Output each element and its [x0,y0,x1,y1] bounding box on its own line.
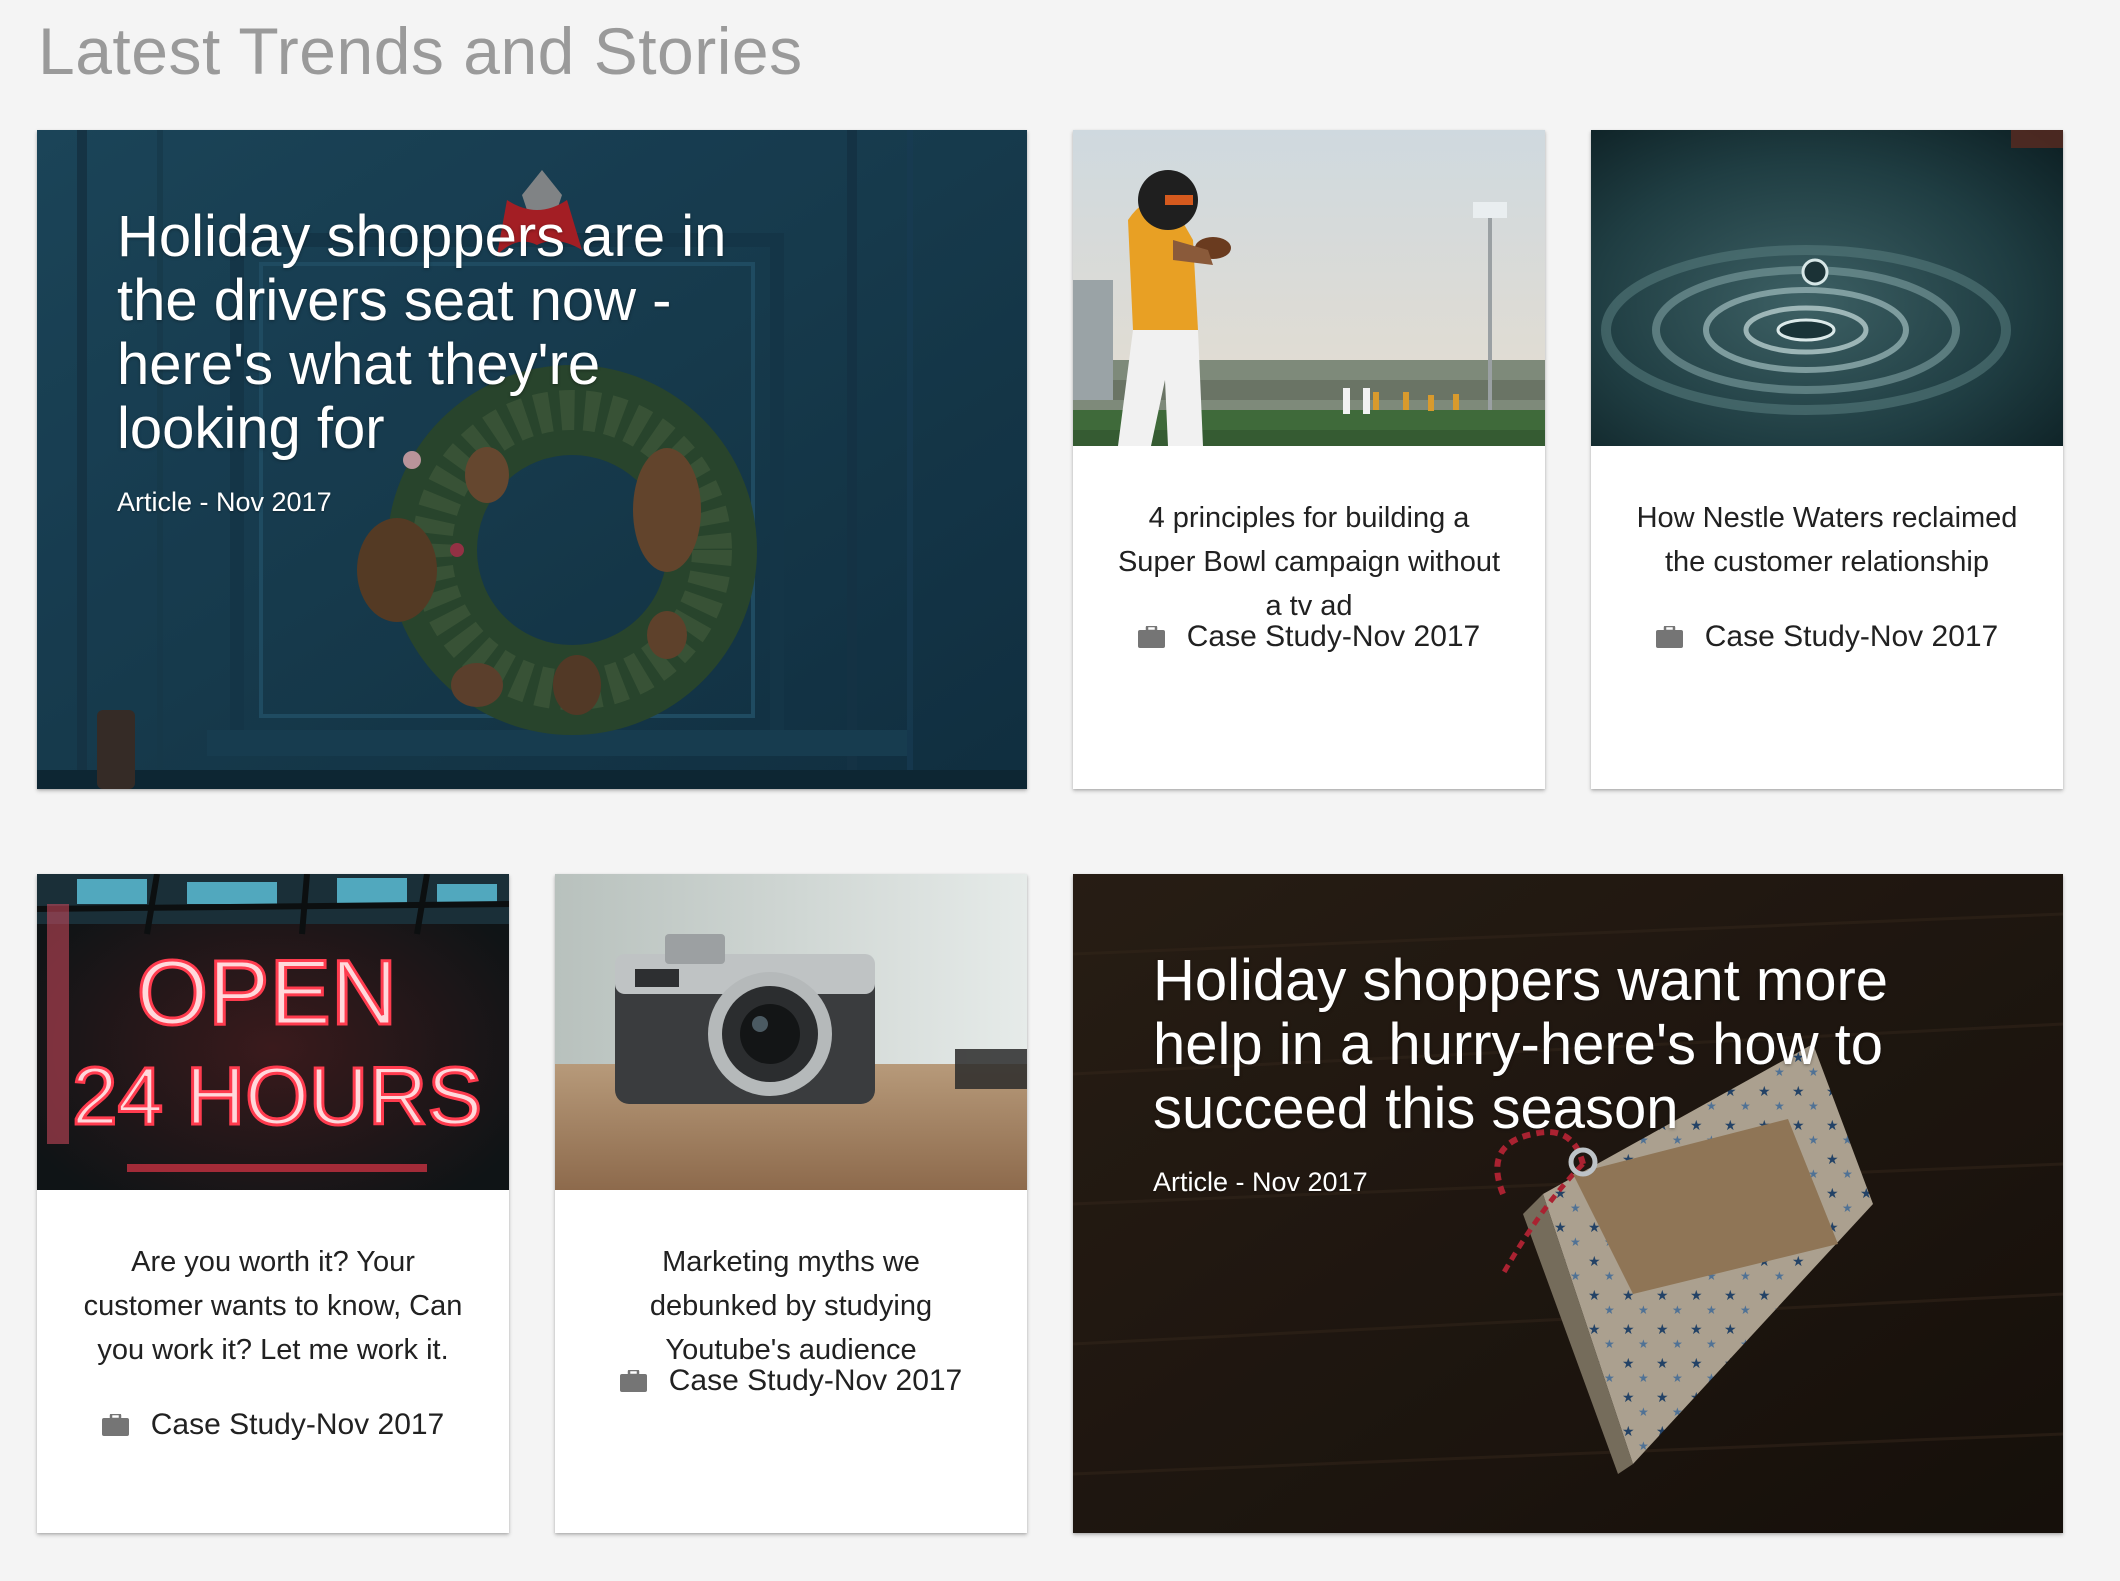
case-study-card-are-you-worth-it[interactable]: OPEN 24 HOURS Are you worth it? Your cus… [37,874,509,1533]
case-study-card-super-bowl[interactable]: 4 principles for building a Super Bowl c… [1073,130,1545,789]
case-study-title[interactable]: 4 principles for building a Super Bowl c… [1113,496,1505,628]
football-quarterback-image [1073,130,1545,446]
case-study-card-nestle-waters[interactable]: How Nestle Waters reclaimed the customer… [1591,130,2063,789]
neon-hours-text: 24 HOURS [72,1051,482,1142]
case-study-card-marketing-myths[interactable]: Marketing myths we debunked by studying … [555,874,1027,1533]
case-study-meta: Case Study-Nov 2017 [37,1408,509,1442]
case-study-title[interactable]: Are you worth it? Your customer wants to… [77,1240,469,1372]
case-study-title[interactable]: Marketing myths we debunked by studying … [595,1240,987,1372]
feature-card-meta: Article - Nov 2017 [1153,1167,1368,1197]
vintage-camera-image [555,874,1027,1190]
water-droplet-image [1591,130,2063,446]
briefcase-icon [101,1414,129,1436]
briefcase-icon [1137,626,1165,648]
feature-card-holiday-shoppers-drivers-seat[interactable]: Holiday shoppers are in the drivers seat… [37,130,1027,789]
neon-open-text: OPEN [137,942,398,1044]
case-study-meta-label: Case Study-Nov 2017 [150,1408,445,1441]
neon-open-sign-image: OPEN 24 HOURS [37,874,509,1190]
case-study-title[interactable]: How Nestle Waters reclaimed the customer… [1631,496,2023,584]
case-study-meta-label: Case Study-Nov 2017 [1704,620,1999,653]
briefcase-icon [1655,626,1683,648]
feature-card-holiday-shoppers-hurry[interactable]: ★ ★ Holiday shoppers want more help in a… [1073,874,2063,1533]
feature-card-title[interactable]: Holiday shoppers want more help in a hur… [1153,949,1953,1141]
page-title: Latest Trends and Stories [38,14,803,88]
feature-card-title[interactable]: Holiday shoppers are in the drivers seat… [117,205,767,461]
case-study-meta: Case Study-Nov 2017 [555,1364,1027,1398]
briefcase-icon [619,1370,647,1392]
case-study-meta: Case Study-Nov 2017 [1591,620,2063,654]
case-study-meta: Case Study-Nov 2017 [1073,620,1545,654]
case-study-meta-label: Case Study-Nov 2017 [1186,620,1481,653]
case-study-meta-label: Case Study-Nov 2017 [668,1364,963,1397]
feature-card-meta: Article - Nov 2017 [117,487,332,517]
